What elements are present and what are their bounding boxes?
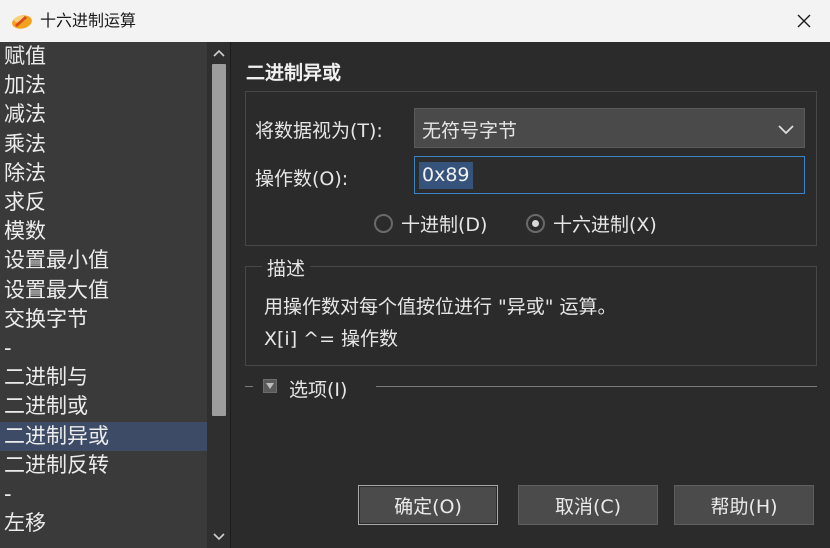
treat-as-dropdown[interactable]: 无符号字节 (414, 108, 805, 148)
operand-value: 0x89 (419, 162, 473, 189)
close-icon (797, 14, 811, 28)
ok-button[interactable]: 确定(O) (358, 485, 498, 525)
radio-circle (374, 213, 393, 233)
collapse-icon[interactable] (263, 379, 277, 393)
window-title: 十六进制运算 (40, 11, 137, 30)
chevron-down-icon (213, 533, 225, 541)
scroll-thumb[interactable] (212, 64, 226, 416)
list-item[interactable]: 乘法 (0, 130, 207, 159)
list-item[interactable]: 求反 (0, 188, 207, 217)
divider (376, 386, 817, 387)
list-item[interactable]: 二进制与 (0, 363, 207, 392)
divider (245, 386, 253, 387)
list-item[interactable]: 二进制反转 (0, 451, 207, 480)
list-item[interactable]: 赋值 (0, 42, 207, 71)
close-button[interactable] (786, 6, 822, 36)
operand-label: 操作数(O): (255, 168, 349, 190)
hex-radio-label: 十六进制(X) (553, 213, 657, 236)
section-title: 二进制异或 (246, 62, 342, 84)
chevron-up-icon (213, 49, 225, 57)
list-item[interactable]: 设置最大值 (0, 276, 207, 305)
list-item[interactable]: 交换字节 (0, 305, 207, 334)
options-group: 选项(I) (245, 375, 817, 402)
cancel-button[interactable]: 取消(C) (518, 485, 658, 525)
list-item[interactable]: 设置最小值 (0, 246, 207, 275)
operations-list[interactable]: 赋值 加法 减法 乘法 除法 求反 模数 设置最小值 设置最大值 交换字节 - 二进制与 二进制或 二进制… (0, 42, 207, 548)
radio-circle (526, 213, 545, 233)
operations-list-panel: 赋值 加法 减法 乘法 除法 求反 模数 设置最小值 设置最大值 交换字节 - 二进制与 二进制或 二进制… (0, 42, 231, 548)
scroll-up-button[interactable] (207, 42, 230, 64)
scroll-down-button[interactable] (207, 526, 230, 548)
help-button[interactable]: 帮助(H) (674, 485, 814, 525)
scrollbar[interactable] (207, 42, 230, 548)
description-text: 用操作数对每个值按位进行 "异或" 运算。 (264, 296, 617, 318)
description-title: 描述 (262, 254, 311, 281)
list-item[interactable]: 加法 (0, 71, 207, 100)
list-item[interactable]: 二进制异或 (0, 421, 207, 451)
decimal-radio[interactable]: 十进制(D) (374, 212, 488, 236)
title-bar: 十六进制运算 (0, 0, 830, 42)
hex-editor-app-icon (11, 12, 33, 30)
operation-settings-panel: 二进制异或 将数据视为(T): 无符号字节 操作数(O): 0x89 十进制(D… (232, 42, 830, 548)
operand-input[interactable]: 0x89 (414, 156, 805, 194)
list-item[interactable]: 左移 (0, 509, 207, 538)
list-item[interactable]: 二进制或 (0, 392, 207, 421)
list-item[interactable]: 模数 (0, 217, 207, 246)
list-item[interactable]: 减法 (0, 100, 207, 129)
options-label[interactable]: 选项(I) (289, 375, 347, 402)
list-item[interactable]: 除法 (0, 159, 207, 188)
treat-as-label: 将数据视为(T): (255, 120, 383, 142)
treat-as-value: 无符号字节 (422, 120, 518, 142)
list-item[interactable]: - (0, 480, 207, 509)
hex-radio[interactable]: 十六进制(X) (526, 212, 657, 236)
list-item[interactable]: - (0, 334, 207, 363)
chevron-down-icon (777, 121, 795, 140)
description-formula: X[i] ^= 操作数 (264, 328, 399, 350)
decimal-radio-label: 十进制(D) (401, 213, 488, 236)
